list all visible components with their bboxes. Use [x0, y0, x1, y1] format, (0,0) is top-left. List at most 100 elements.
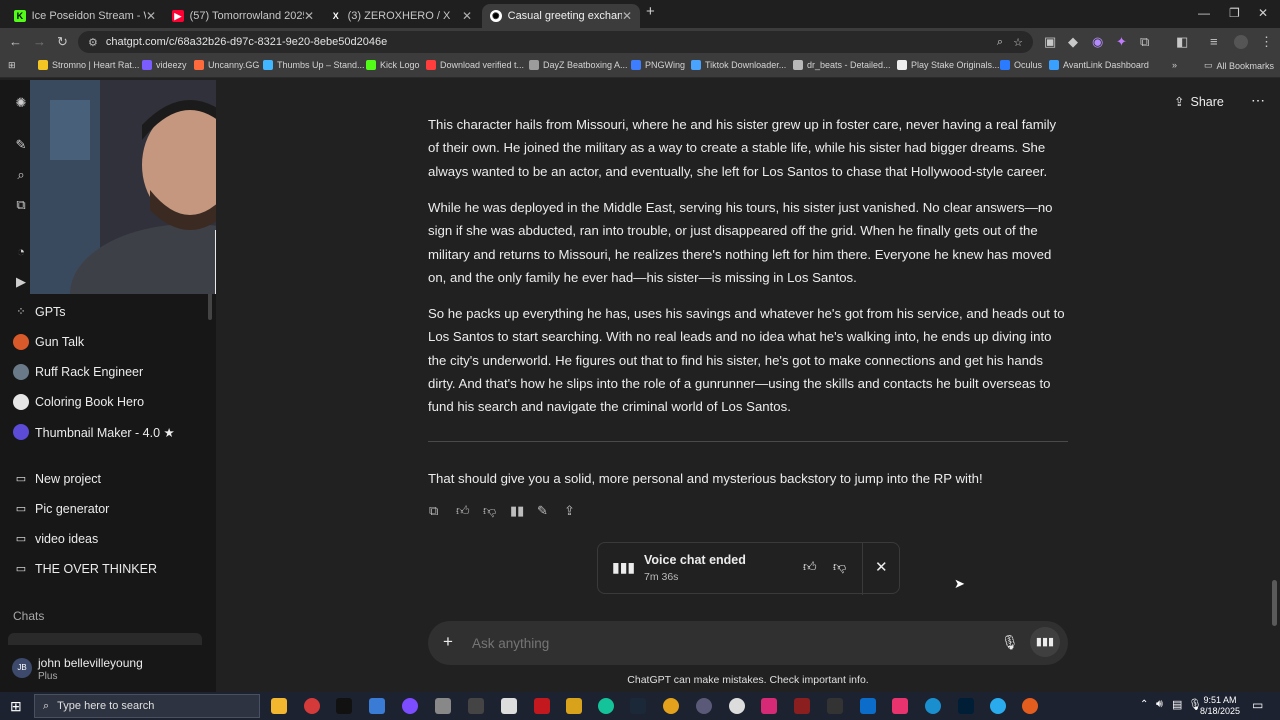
app-icon[interactable]: [435, 698, 451, 714]
user-profile[interactable]: JB john bellevilleyoung Plus: [8, 652, 208, 688]
back-icon[interactable]: ←: [9, 34, 22, 49]
app-icon[interactable]: [794, 698, 810, 714]
kebab-menu-icon[interactable]: ⋮: [1260, 34, 1273, 50]
edit-icon[interactable]: ✎: [537, 503, 548, 519]
thumbs-up-icon[interactable]: 👍︎: [456, 503, 470, 519]
puzzle-icon[interactable]: ⧉: [1140, 34, 1149, 50]
reload-icon[interactable]: ↻: [57, 34, 68, 50]
steam-icon[interactable]: [630, 698, 646, 714]
tiktok-icon[interactable]: [336, 698, 352, 714]
telegram-icon[interactable]: [990, 698, 1006, 714]
close-icon[interactable]: ✕: [146, 9, 156, 23]
chrome-icon[interactable]: [663, 698, 679, 714]
main-scrollbar[interactable]: [1272, 580, 1277, 626]
extension-icon[interactable]: ◉: [1092, 34, 1103, 50]
sidebar-project[interactable]: ▭ THE OVER THINKER: [13, 561, 157, 577]
sidebar-gpt-thumbnail-maker[interactable]: Thumbnail Maker - 4.0 ★: [13, 424, 175, 440]
network-icon[interactable]: ▤: [1172, 698, 1182, 711]
app-icon[interactable]: [860, 698, 876, 714]
instagram-icon[interactable]: [761, 698, 777, 714]
thumbs-up-icon[interactable]: 👍︎: [803, 559, 817, 575]
close-icon[interactable]: ✕: [875, 558, 888, 576]
sidebar-gpt-coloring-book[interactable]: Coloring Book Hero: [13, 394, 144, 410]
profile-avatar[interactable]: [1234, 35, 1248, 49]
chatgpt-logo-icon[interactable]: ✺: [13, 95, 29, 111]
microphone-icon[interactable]: 🎙︎: [1001, 634, 1019, 651]
sidebar-project[interactable]: ▭ Pic generator: [13, 501, 110, 517]
star-icon[interactable]: ☆: [1013, 36, 1023, 49]
search-icon[interactable]: ⌕: [13, 167, 29, 183]
chat-history-item[interactable]: [8, 633, 202, 645]
share-icon[interactable]: ⇪: [564, 503, 575, 519]
restore-icon[interactable]: ❐: [1229, 6, 1240, 20]
app-icon[interactable]: [369, 698, 385, 714]
sidepanel-icon[interactable]: ◧: [1176, 34, 1188, 50]
windows-start-icon[interactable]: ⊞: [10, 698, 22, 715]
bookmark-item[interactable]: Tiktok Downloader...: [691, 60, 786, 70]
address-bar[interactable]: ⚙ chatgpt.com/c/68a32b26-d97c-8321-9e20-…: [78, 31, 1033, 53]
app-icon[interactable]: [534, 698, 550, 714]
browser-tab[interactable]: X (3) ZEROXHERO / X ✕: [322, 4, 480, 28]
sidebar-gpt-ruff-rack[interactable]: Ruff Rack Engineer: [13, 364, 143, 380]
zoom-icon[interactable]: ⌕: [997, 36, 1003, 49]
bookmark-item[interactable]: Stromno | Heart Rat...: [38, 60, 139, 70]
close-window-icon[interactable]: ✕: [1258, 6, 1268, 20]
library-icon[interactable]: ⧉: [13, 197, 29, 213]
more-bookmarks-icon[interactable]: »: [1172, 60, 1177, 70]
file-explorer-icon[interactable]: [271, 698, 287, 714]
share-button[interactable]: ⇪ Share: [1174, 94, 1224, 110]
bookmark-item[interactable]: dr_beats - Detailed...: [793, 60, 891, 70]
notepad-icon[interactable]: [501, 698, 517, 714]
tiktok-studio-icon[interactable]: [892, 698, 908, 714]
grammarly-icon[interactable]: [598, 698, 614, 714]
extension-icon[interactable]: ◆: [1068, 34, 1078, 50]
edge-icon[interactable]: [925, 698, 941, 714]
app-icon[interactable]: [729, 698, 745, 714]
site-info-icon[interactable]: ⚙: [88, 36, 98, 49]
more-options-icon[interactable]: ⋯: [1251, 92, 1265, 109]
thumbs-down-icon[interactable]: 👎︎: [483, 503, 496, 519]
read-aloud-icon[interactable]: ▮▮: [510, 503, 524, 519]
app-icon[interactable]: [468, 698, 484, 714]
bookmark-item[interactable]: Thumbs Up – Stand...: [263, 60, 365, 70]
epic-games-icon[interactable]: [827, 698, 843, 714]
bookmark-item[interactable]: Uncanny.GG: [194, 60, 259, 70]
sidebar-project[interactable]: ▭ video ideas: [13, 531, 98, 547]
extension-icon[interactable]: ▣: [1044, 34, 1056, 50]
menu-lines-icon[interactable]: ≡: [1210, 34, 1218, 49]
extension-icon[interactable]: ✦: [1116, 34, 1127, 50]
sidebar-new-project[interactable]: ▭ New project: [13, 471, 101, 487]
photoshop-icon[interactable]: [958, 698, 974, 714]
close-icon[interactable]: ✕: [462, 9, 472, 23]
bookmark-item[interactable]: DayZ Beatboxing A...: [529, 60, 628, 70]
close-icon[interactable]: ✕: [304, 9, 314, 23]
bookmark-item[interactable]: PNGWing: [631, 60, 685, 70]
minimize-icon[interactable]: —: [1198, 6, 1210, 20]
voice-mode-button[interactable]: ▮▮▮: [1030, 627, 1060, 657]
browser-tab[interactable]: K Ice Poseidon Stream - Watch Li ✕: [6, 4, 164, 28]
bookmark-item[interactable]: videezy: [142, 60, 187, 70]
taskbar-search[interactable]: ⌕ Type here to search: [34, 694, 260, 718]
chat-composer[interactable]: + 🎙︎ ▮▮▮: [428, 621, 1068, 665]
bookmark-item[interactable]: Download verified t...: [426, 60, 524, 70]
thumbs-down-icon[interactable]: 👎︎: [833, 559, 846, 575]
volume-icon[interactable]: 🔊︎: [1156, 698, 1163, 711]
sora-icon[interactable]: ◔: [13, 244, 29, 260]
browser-tab-active[interactable]: ✺ Casual greeting exchange ✕: [482, 4, 640, 28]
bookmark-item[interactable]: Kick Logo: [366, 60, 420, 70]
prompt-input[interactable]: [472, 631, 952, 655]
app-icon[interactable]: [1022, 698, 1038, 714]
bookmark-item[interactable]: Play Stake Originals...: [897, 60, 1000, 70]
system-clock[interactable]: 9:51 AM 8/18/2025: [1200, 695, 1240, 717]
copy-icon[interactable]: ⧉: [429, 503, 438, 519]
tray-overflow-icon[interactable]: ⌃: [1140, 699, 1148, 710]
new-chat-icon[interactable]: ✎: [13, 137, 29, 153]
app-icon[interactable]: [696, 698, 712, 714]
forward-icon[interactable]: →: [33, 34, 46, 49]
notifications-icon[interactable]: ▭: [1252, 698, 1263, 712]
app-icon[interactable]: [566, 698, 582, 714]
plus-icon[interactable]: +: [443, 632, 453, 652]
app-icon[interactable]: [402, 698, 418, 714]
close-icon[interactable]: ✕: [622, 9, 632, 23]
sidebar-item-gpts[interactable]: ⁘ GPTs: [13, 304, 65, 320]
